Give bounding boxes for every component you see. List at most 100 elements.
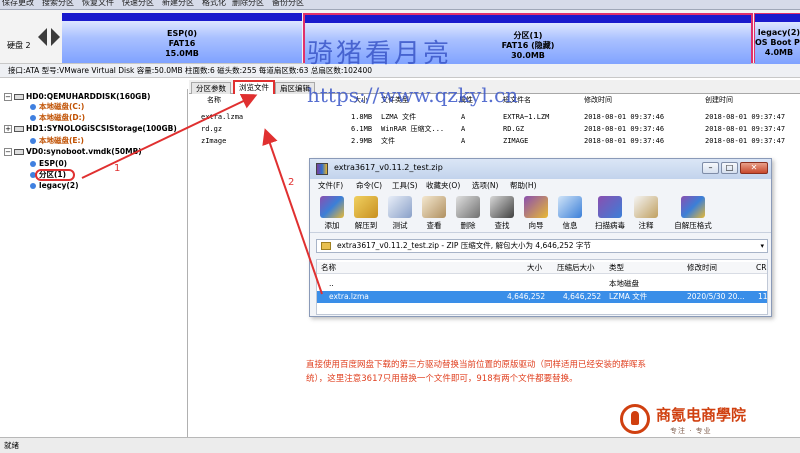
status-text: 就绪 [4, 441, 19, 450]
menu-tools[interactable]: 工具(S) [392, 179, 418, 193]
minimize-button[interactable]: – [702, 162, 719, 174]
test-icon [388, 196, 412, 218]
tab-browse-files[interactable]: 浏览文件 [233, 80, 275, 94]
logo-seal-icon [620, 404, 650, 434]
list-item-selected[interactable]: extra.lzma 4,646,252 4,646,252 LZMA 文件 2… [317, 291, 768, 303]
toolbar-item-quick[interactable]: 快速分区 [122, 0, 154, 8]
table-row[interactable]: extra.lzma 1.8MB LZMA 文件 A EXTRA~1.LZM 2… [189, 112, 800, 123]
delete-icon [456, 196, 480, 218]
archive-list-header: 名称 大小 压缩后大小 类型 修改时间 CR [317, 262, 767, 274]
tool-view[interactable]: 查看 [418, 196, 450, 231]
partition-legacy[interactable]: legacy(2) OS Boot Par 4.0MB [754, 13, 800, 64]
col-created[interactable]: 创建时间 [705, 95, 733, 106]
table-row[interactable]: rd.gz 6.1MB WinRAR 压缩文... A RD.GZ 2018-0… [189, 124, 800, 135]
find-icon [490, 196, 514, 218]
col-size[interactable]: 大小 [527, 262, 542, 274]
col-modified[interactable]: 修改时间 [687, 262, 717, 274]
toolbar-item-format[interactable]: 格式化 [202, 0, 226, 8]
logo-name: 商氪电商學院 [656, 406, 747, 424]
partition-fs: FAT16 [168, 39, 196, 48]
winrar-window: extra3617_v0.11.2_test.zip – □ ✕ 文件(F) 命… [309, 158, 772, 317]
selection-highlight [35, 169, 75, 181]
tool-extract[interactable]: 解压到 [350, 196, 382, 231]
tree-item-hd1[interactable]: + HD1:SYNOLOGiSCSIStorage(100GB) [4, 124, 177, 134]
up-folder-icon[interactable] [321, 242, 331, 250]
menu-file[interactable]: 文件(F) [318, 179, 343, 193]
tool-add[interactable]: 添加 [316, 196, 348, 231]
collapse-icon[interactable]: − [4, 93, 12, 101]
tree-item-vd0[interactable]: − VD0:synoboot.vmdk(50MB) [4, 147, 142, 157]
tool-info[interactable]: 信息 [554, 196, 586, 231]
maximize-button[interactable]: □ [721, 162, 738, 174]
top-toolbar: 保存更改 搜索分区 恢复文件 快速分区 新建分区 格式化 删除分区 备份分区 [0, 0, 800, 10]
tree-item-legacy[interactable]: legacy(2) [30, 181, 79, 191]
extract-icon [354, 196, 378, 218]
prev-disk-icon[interactable] [38, 28, 47, 46]
toolbar-item-save[interactable]: 保存更改 [2, 0, 34, 8]
info-icon [558, 196, 582, 218]
tool-sfx[interactable]: 自解压格式 [670, 196, 716, 231]
winrar-toolbar: 添加 解压到 测试 查看 删除 查找 向导 信息 扫描病毒 注释 自解压格式 [310, 193, 771, 233]
tool-scan-virus[interactable]: 扫描病毒 [594, 196, 626, 231]
file-name: zImage [201, 137, 227, 145]
disk-icon [14, 149, 24, 155]
tool-find[interactable]: 查找 [486, 196, 518, 231]
toolbar-item-delete[interactable]: 删除分区 [232, 0, 264, 8]
winrar-app-icon [316, 163, 328, 175]
partition-fs: OS Boot Par [755, 38, 800, 47]
instruction-note: 直接使用百度网盘下载的第三方驱动替换当前位置的原版驱动（同样适用已经安装的群晖系… [306, 360, 647, 384]
expand-icon[interactable]: + [4, 125, 12, 133]
scan-virus-icon [598, 196, 622, 218]
brand-logo: 商氪电商學院 专注 · 专业 [612, 402, 772, 438]
list-item[interactable]: .. 本地磁盘 [317, 278, 767, 290]
file-name: rd.gz [201, 125, 223, 133]
winrar-titlebar[interactable]: extra3617_v0.11.2_test.zip – □ ✕ [310, 159, 771, 179]
partition-icon [30, 183, 36, 189]
tree-item-esp[interactable]: ESP(0) [30, 159, 67, 169]
file-name: extra.lzma [201, 113, 244, 121]
table-row[interactable]: zImage 2.9MB 文件 A ZIMAGE 2018-08-01 09:3… [189, 136, 800, 147]
tool-comment[interactable]: 注释 [630, 196, 662, 231]
tree-item-c[interactable]: 本地磁盘(C:) [30, 102, 84, 112]
watermark-url: https://www.qzkyl.cn [307, 83, 519, 107]
toolbar-item-backup[interactable]: 备份分区 [272, 0, 304, 8]
menu-favorites[interactable]: 收藏夹(O) [426, 179, 460, 193]
col-name[interactable]: 名称 [207, 95, 221, 106]
logo-subtitle: 专注 · 专业 [670, 427, 712, 435]
col-packed[interactable]: 压缩后大小 [557, 262, 595, 274]
tool-test[interactable]: 测试 [384, 196, 416, 231]
tree-item-e[interactable]: 本地磁盘(E:) [30, 136, 84, 146]
partition-name: ESP(0) [167, 29, 197, 38]
add-icon [320, 196, 344, 218]
chevron-down-icon[interactable]: ▾ [760, 240, 764, 252]
tab-partition-params[interactable]: 分区参数 [191, 82, 231, 94]
disk-icon [14, 126, 24, 132]
tool-wizard[interactable]: 向导 [520, 196, 552, 231]
col-type[interactable]: 类型 [609, 262, 624, 274]
col-modified[interactable]: 修改时间 [584, 95, 612, 106]
step-number-1: 1 [114, 163, 121, 174]
sfx-icon [681, 196, 705, 218]
toolbar-item-recover[interactable]: 恢复文件 [82, 0, 114, 8]
menu-help[interactable]: 帮助(H) [510, 179, 537, 193]
next-disk-icon[interactable] [51, 28, 60, 46]
tool-delete[interactable]: 删除 [452, 196, 484, 231]
collapse-icon[interactable]: − [4, 148, 12, 156]
archive-path-text: extra3617_v0.11.2_test.zip - ZIP 压缩文件, 解… [337, 241, 591, 250]
col-crc[interactable]: CR [756, 262, 766, 274]
tree-item-d[interactable]: 本地磁盘(D:) [30, 113, 85, 123]
winrar-menubar: 文件(F) 命令(C) 工具(S) 收藏夹(O) 选项(N) 帮助(H) [310, 179, 771, 193]
close-button[interactable]: ✕ [740, 162, 768, 174]
volume-icon [30, 138, 36, 144]
col-name[interactable]: 名称 [321, 262, 336, 274]
toolbar-item-search[interactable]: 搜索分区 [42, 0, 74, 8]
menu-command[interactable]: 命令(C) [356, 179, 382, 193]
status-bar: 就绪 [0, 437, 800, 453]
partition-esp[interactable]: ESP(0) FAT16 15.0MB [62, 13, 302, 63]
tree-item-hd0[interactable]: − HD0:QEMUHARDDISK(160GB) [4, 92, 150, 102]
toolbar-item-new[interactable]: 新建分区 [162, 0, 194, 8]
disk-icon [14, 94, 24, 100]
menu-options[interactable]: 选项(N) [472, 179, 498, 193]
archive-path-bar[interactable]: extra3617_v0.11.2_test.zip - ZIP 压缩文件, 解… [316, 239, 768, 253]
partition-size: 15.0MB [165, 49, 199, 58]
